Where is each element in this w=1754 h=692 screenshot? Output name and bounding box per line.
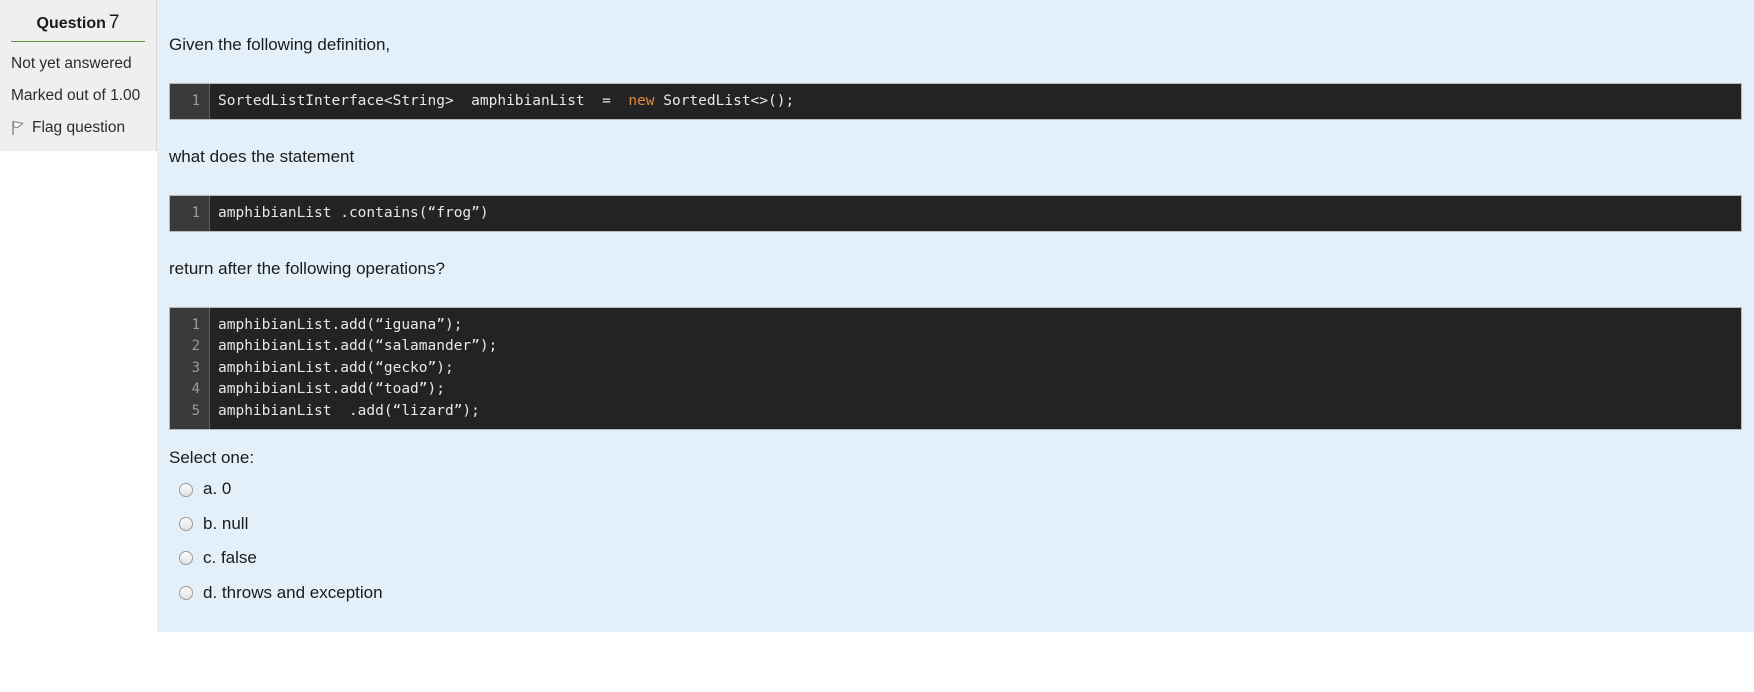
answer-radio-a[interactable] bbox=[179, 482, 193, 497]
answer-radio-b[interactable] bbox=[179, 517, 193, 531]
flag-question-label: Flag question bbox=[32, 119, 126, 137]
flag-question-button[interactable]: Flag question bbox=[11, 119, 145, 137]
answer-option-b[interactable]: b. null bbox=[169, 507, 1742, 541]
question-header-number: 7 bbox=[108, 12, 120, 33]
code-line: SortedListInterface<String> amphibianLis… bbox=[218, 91, 1741, 113]
question-header-word: Question bbox=[36, 15, 106, 32]
code-line-number: 5 bbox=[191, 402, 200, 419]
code-line-number: 4 bbox=[191, 381, 200, 398]
mid-text: what does the statement bbox=[169, 147, 355, 167]
code-text: amphibianList.add(“salamander”); bbox=[218, 338, 498, 355]
statement-code-gutter: 1 bbox=[170, 195, 210, 232]
definition-code-lines: SortedListInterface<String> amphibianLis… bbox=[210, 84, 1741, 120]
code-text: amphibianList .contains(“frog”) bbox=[218, 204, 489, 221]
flag-icon bbox=[11, 120, 25, 136]
answer-option-c[interactable]: c. false bbox=[169, 541, 1742, 575]
intro-text: Given the following definition, bbox=[169, 35, 391, 54]
code-line: amphibianList .contains(“frog”) bbox=[218, 203, 1741, 225]
operations-code-lines: amphibianList.add(“iguana”); amphibianLis… bbox=[210, 308, 1741, 430]
answer-label-c: c. false bbox=[203, 548, 257, 568]
question-content: Given the following definition, 1 Sorted… bbox=[157, 0, 1754, 632]
statement-code-block: 1 amphibianList .contains(“frog”) bbox=[169, 194, 1742, 233]
code-text: amphibianList.add(“toad”); bbox=[218, 381, 445, 398]
code-text: amphibianList.add(“iguana”); bbox=[218, 316, 463, 333]
code-text: amphibianList .add(“lizard”); bbox=[218, 402, 480, 419]
question-info-panel: Question 7 Not yet answered Marked out of… bbox=[0, 0, 157, 152]
answer-label-a: a. 0 bbox=[203, 479, 232, 499]
code-line-number: 3 bbox=[191, 359, 200, 376]
answer-radio-c[interactable] bbox=[179, 551, 193, 566]
answer-list: a. 0 b. null c. false d. throws and excepti… bbox=[169, 472, 1742, 610]
code-keyword: new bbox=[628, 92, 655, 109]
statement-code-lines: amphibianList .contains(“frog”) bbox=[210, 196, 1741, 232]
code-line: amphibianList.add(“salamander”); bbox=[218, 336, 1741, 358]
code-line-number: 2 bbox=[191, 338, 200, 355]
answer-label-b: b. null bbox=[203, 513, 249, 533]
code-line: amphibianList.add(“gecko”); bbox=[218, 358, 1741, 380]
code-line: amphibianList .add(“lizard”); bbox=[218, 401, 1741, 423]
answer-option-d[interactable]: d. throws and exception bbox=[169, 576, 1742, 610]
answer-radio-d[interactable] bbox=[179, 585, 193, 600]
question-header: Question 7 bbox=[11, 12, 145, 42]
select-one-label: Select one: bbox=[169, 448, 255, 468]
post-text: return after the following operations? bbox=[169, 259, 445, 279]
code-line-number: 1 bbox=[191, 92, 200, 109]
definition-code-gutter: 1 bbox=[170, 83, 210, 120]
operations-code-block: 12345 amphibianList.add(“iguana”); amphib… bbox=[169, 306, 1742, 431]
operations-code-gutter: 1 2 3 4 5 bbox=[170, 307, 210, 430]
code-text: SortedListInterface<String> amphibianLis… bbox=[218, 92, 629, 109]
code-line: amphibianList.add(“iguana”); bbox=[218, 315, 1741, 337]
question-marks: Marked out of 1.00 bbox=[11, 87, 141, 105]
quiz-question-page: Question 7 Not yet answered Marked out of… bbox=[0, 0, 1754, 692]
code-line: amphibianList.add(“toad”); bbox=[218, 379, 1741, 401]
code-text: amphibianList.add(“gecko”); bbox=[218, 359, 454, 376]
answer-option-a[interactable]: a. 0 bbox=[169, 472, 1742, 506]
question-status: Not yet answered bbox=[11, 55, 132, 72]
code-text: SortedList<>(); bbox=[654, 92, 795, 109]
code-line-number: 1 bbox=[191, 316, 200, 333]
answer-label-d: d. throws and exception bbox=[203, 582, 383, 602]
definition-code-block: 1 SortedListInterface<String> amphibianL… bbox=[169, 82, 1742, 121]
code-line-number: 1 bbox=[191, 204, 200, 221]
